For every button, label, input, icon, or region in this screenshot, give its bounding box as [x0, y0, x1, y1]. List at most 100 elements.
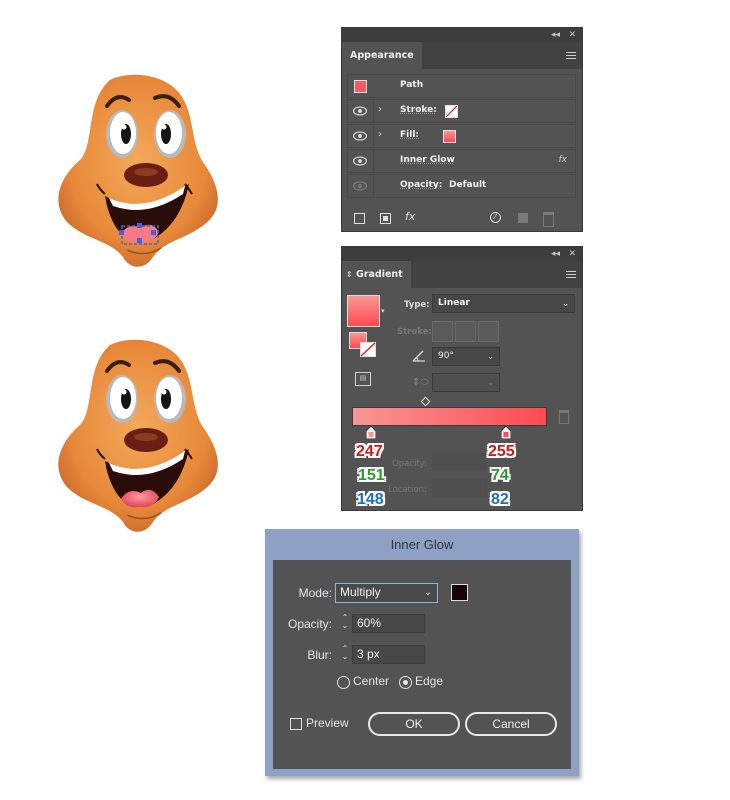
visibility-eye-icon[interactable] [353, 106, 367, 116]
midpoint-diamond-icon[interactable] [420, 396, 431, 407]
delete-stop-trash-icon[interactable] [559, 410, 569, 424]
preview-label[interactable]: Preview [306, 716, 349, 730]
left-stop-red-value: 247 [356, 443, 383, 460]
inner-glow-dialog: Inner Glow Mode: Multiply ⌄ Opacity: ⌃ ⌄ … [265, 529, 579, 776]
opacity-value: Default [449, 180, 487, 190]
opacity-label: Opacity: [287, 617, 332, 631]
reverse-gradient-icon[interactable]: ▤ [355, 372, 371, 386]
character-face-selected [58, 74, 218, 267]
mode-select[interactable]: Multiply ⌄ [335, 583, 438, 603]
stroke-none-swatch-icon[interactable] [445, 105, 458, 118]
visibility-eye-icon-dim[interactable] [353, 181, 367, 191]
panel-menu-icon[interactable] [566, 52, 576, 59]
add-effect-fx-icon[interactable]: fx [405, 210, 415, 223]
glow-color-swatch[interactable] [451, 584, 468, 601]
close-icon[interactable]: ✕ [568, 248, 576, 260]
blur-stepper-icon[interactable]: ⌃ ⌄ [338, 645, 352, 664]
right-stop-blue-value: 82 [491, 491, 509, 508]
aspect-ratio-input[interactable]: ⌄ [432, 373, 500, 392]
blur-value: 3 px [357, 647, 380, 661]
aspect-ratio-icon: ⇕⬭ [412, 377, 429, 388]
expand-chevron-icon[interactable]: › [378, 104, 382, 115]
type-label: Type: [404, 300, 430, 310]
gradient-stop-right[interactable] [501, 426, 511, 439]
center-radio[interactable] [337, 676, 350, 689]
tab-gradient[interactable]: ⇕ Gradient [342, 261, 411, 288]
appearance-row-path[interactable]: Path [347, 74, 576, 98]
chevron-down-icon: ⌄ [487, 378, 494, 387]
panel-menu-icon[interactable] [566, 271, 576, 278]
angle-input[interactable]: 90° ⌄ [432, 347, 500, 366]
left-stop-green-value: 151 [358, 467, 385, 484]
duplicate-item-icon[interactable] [518, 213, 528, 223]
stroke-label: Stroke: [397, 327, 432, 337]
panel-titlebar[interactable]: ◂◂ ✕ [342, 28, 582, 42]
appearance-row-stroke[interactable]: › Stroke: [347, 99, 576, 123]
right-stop-green-value: 74 [491, 467, 509, 484]
appearance-row-fill[interactable]: › Fill: [347, 124, 576, 148]
gradient-preview-swatch[interactable] [347, 295, 380, 327]
preview-checkbox[interactable] [290, 718, 302, 730]
chevron-down-icon: ⌄ [562, 299, 569, 308]
angle-icon [412, 350, 425, 362]
character-face-result [58, 339, 218, 532]
chevron-down-icon: ⌄ [423, 587, 432, 598]
stroke-within-icon[interactable] [432, 321, 453, 342]
collapse-icon[interactable]: ◂◂ [551, 248, 560, 260]
stop-opacity-label: Opacity: [392, 459, 427, 469]
gradient-panel: ◂◂ ✕ ⇕ Gradient ▾ ▤ Type: Linear ⌄ Strok… [341, 246, 583, 511]
add-stroke-icon[interactable] [354, 213, 365, 224]
add-fill-icon[interactable] [380, 213, 391, 224]
fill-gradient-swatch-icon[interactable] [443, 130, 456, 143]
tab-appearance[interactable]: Appearance [342, 42, 422, 69]
path-label: Path [400, 80, 424, 90]
fx-effect-icon[interactable]: fx [559, 155, 568, 165]
appearance-row-inner-glow[interactable]: Inner Glow fx [347, 149, 576, 173]
visibility-eye-icon[interactable] [353, 156, 367, 166]
stop-location-field[interactable] [432, 479, 487, 497]
fill-label[interactable]: Fill: [400, 130, 419, 140]
dialog-title: Inner Glow [390, 537, 454, 552]
left-stop-blue-value: 148 [357, 491, 384, 508]
cancel-button[interactable]: Cancel [465, 712, 557, 736]
gradient-stop-left[interactable] [366, 426, 376, 439]
gradient-type-select[interactable]: Linear ⌄ [432, 294, 575, 313]
opacity-stepper-icon[interactable]: ⌃ ⌄ [338, 614, 352, 633]
delete-trash-icon[interactable] [543, 212, 554, 227]
stroke-along-icon[interactable] [455, 321, 476, 342]
right-eye [154, 110, 186, 158]
collapse-icon[interactable]: ◂◂ [551, 29, 560, 41]
visibility-eye-icon[interactable] [353, 131, 367, 141]
tab-toggle-icon[interactable]: ⇕ [346, 270, 353, 279]
stroke-label[interactable]: Stroke: [400, 105, 437, 115]
expand-chevron-icon[interactable]: › [378, 129, 382, 140]
dialog-body: Mode: Multiply ⌄ Opacity: ⌃ ⌄ 60% Blur: ⌃… [273, 560, 571, 769]
center-radio-label[interactable]: Center [353, 674, 389, 688]
stop-opacity-field[interactable] [432, 453, 487, 471]
edge-radio-selected[interactable] [399, 676, 412, 689]
opacity-value: 60% [357, 616, 382, 630]
stroke-across-icon[interactable] [478, 321, 499, 342]
chevron-down-icon[interactable]: ⌄ [487, 348, 494, 365]
preview-dropdown-arrow-icon[interactable]: ▾ [381, 307, 385, 315]
blur-label: Blur: [307, 648, 332, 662]
clear-appearance-icon[interactable]: ⁄ [490, 212, 501, 223]
opacity-label[interactable]: Opacity: [400, 180, 442, 190]
ok-button[interactable]: OK [368, 712, 460, 736]
appearance-panel: ◂◂ ✕ Appearance Path › Stroke: › Fill: I… [341, 27, 583, 232]
opacity-input[interactable]: 60% [352, 614, 425, 633]
angle-value: 90° [438, 351, 454, 361]
appearance-row-opacity[interactable]: Opacity: Default [347, 174, 576, 198]
panel-titlebar[interactable]: ◂◂ ✕ [342, 247, 582, 261]
gradient-tab-label: Gradient [356, 269, 403, 280]
close-icon[interactable]: ✕ [568, 29, 576, 41]
stop-location-label: Location: [388, 485, 427, 495]
blur-input[interactable]: 3 px [352, 645, 425, 664]
edge-radio-label[interactable]: Edge [415, 674, 443, 688]
right-stop-red-value: 255 [488, 443, 515, 460]
inner-glow-label[interactable]: Inner Glow [400, 155, 455, 165]
gradient-slider[interactable] [352, 407, 547, 426]
stroke-none-swatch-icon[interactable] [360, 342, 376, 357]
mode-value: Multiply [340, 585, 381, 599]
mode-label: Mode: [298, 586, 332, 600]
